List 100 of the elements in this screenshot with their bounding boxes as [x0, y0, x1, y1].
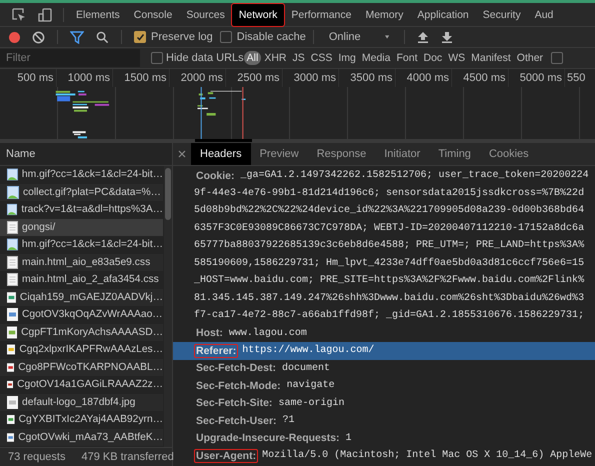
header-value: document [282, 362, 330, 374]
header-name: Sec-Fetch-Dest: [195, 361, 277, 376]
type-filter[interactable]: All [244, 51, 262, 65]
panel-tab[interactable]: Memory [358, 4, 410, 26]
image-file-icon [7, 186, 19, 199]
thumbnail-icon [7, 308, 18, 322]
request-row[interactable]: Ciqah159_mGAEJZ0AADVkj… [0, 288, 163, 306]
filter-icon[interactable] [70, 30, 84, 44]
tick-label: 3000 ms [292, 71, 337, 86]
header-value: 81.345.145.387.149.247%26shh%3Dwww.baidu.com%26sht%3Dbaidu%26wd%3 [194, 292, 584, 304]
detail-tab[interactable]: Headers [191, 143, 251, 165]
header-name: Referer: [194, 344, 238, 358]
tick-label: 4000 ms [406, 71, 450, 86]
panel-tab[interactable]: Network [232, 4, 284, 26]
file-icon [7, 220, 18, 234]
header-value: https://www.lagou.com/ [242, 345, 374, 356]
type-filter[interactable]: Media [358, 51, 394, 65]
header-name: Sec-Fetch-Mode: [195, 378, 282, 393]
thumbnail-icon [7, 396, 18, 409]
request-row[interactable]: collect.gif?plat=PC&data=%… [0, 184, 163, 201]
detail-tab[interactable]: Timing [429, 143, 480, 165]
type-filter[interactable]: CSS [308, 51, 336, 65]
header-value: navigate [286, 380, 335, 392]
detail-tab[interactable]: Preview [250, 143, 308, 165]
file-icon [7, 273, 18, 286]
panel-tab[interactable]: Sources [179, 4, 232, 26]
request-row[interactable]: Cgo8PFWcoTKARPNOAABL… [0, 358, 163, 376]
header-value: ?1 [282, 415, 295, 426]
upload-icon[interactable] [416, 31, 429, 43]
checkbox[interactable] [551, 52, 564, 64]
thumbnail-icon [7, 343, 16, 356]
detail-tab[interactable]: Initiator [375, 143, 430, 165]
tick-label: 5000 ms [518, 71, 563, 86]
header-name: User-Agent: [194, 448, 258, 463]
type-filter[interactable]: WS [445, 51, 468, 65]
header-value: www.lagou.com [228, 328, 307, 339]
checkbox-label: Hide data URLs [166, 52, 244, 64]
type-filter[interactable]: Manifest [468, 51, 514, 65]
device-icon[interactable] [37, 6, 53, 22]
checkbox-label: Disable cache [236, 31, 306, 43]
header-name: Sec-Fetch-User: [195, 414, 278, 428]
image-file-icon [7, 238, 18, 252]
tick-label: 1500 ms [123, 71, 168, 86]
header-value: 1 [346, 432, 352, 444]
preserve-log-checkbox[interactable] [134, 31, 146, 43]
panel-tab[interactable]: Aud [528, 4, 560, 26]
thumbnail-icon [7, 360, 14, 374]
request-row[interactable]: CgpFT1mKoryAchsAAAASD… [0, 324, 163, 341]
type-filter[interactable]: Img [335, 51, 359, 65]
tick-label: 2500 ms [236, 71, 280, 86]
type-filter[interactable]: JS [290, 51, 308, 65]
detail-tab[interactable]: Cookies [480, 143, 538, 165]
header-value: f7-ca17-4e72-88c7-a66ab1ffd98f; _gid=GA1.2.1855310676.1586229731; [194, 310, 584, 322]
caret-icon [384, 34, 389, 40]
panel-tab[interactable]: Performance [284, 4, 358, 26]
checkbox-label: Preserve log [151, 31, 213, 43]
inspect-icon[interactable] [11, 6, 27, 22]
request-count: 73 requests [8, 451, 66, 463]
panel-tab[interactable]: Console [126, 4, 180, 26]
header-name: Sec-Fetch-Site: [195, 396, 274, 410]
download-icon[interactable] [440, 31, 453, 43]
image-file-icon [7, 203, 18, 216]
disable-cache-checkbox[interactable] [220, 31, 232, 43]
header-value: Mozilla/5.0 (Macintosh; Intel Mac OS X 10_14_6) AppleWe [262, 450, 592, 462]
tick-label: 1000 ms [66, 71, 111, 86]
panel-tab[interactable]: Application [410, 4, 476, 26]
header-name: Host: [195, 326, 224, 340]
type-filter[interactable]: Other [514, 51, 546, 65]
request-row[interactable]: default-logo_187dbf4.jpg [0, 394, 163, 411]
scrollbar[interactable] [164, 166, 172, 447]
header-value: 585190609,1586229731; Hm_lpvt_4233e74dff0ae5bd0a3d81c6ccf756e6=15 [194, 258, 584, 269]
thumbnail-icon [7, 290, 16, 304]
thumbnail-icon [7, 326, 18, 339]
request-row[interactable]: main.html_aio_e83a5e9.css [0, 254, 163, 271]
transferred-size: 479 KB transferred [81, 451, 174, 463]
detail-tab[interactable]: Response [308, 143, 376, 165]
throttling-dropdown[interactable]: Online [320, 31, 397, 43]
clear-icon[interactable] [32, 30, 45, 44]
type-filter[interactable]: XHR [261, 51, 290, 65]
header-value: 65777ba88037922685139c3c6eb8d6e4588; PRE_UTM=; PRE_LAND=https%3A% [194, 240, 584, 252]
panel-tab[interactable]: Elements [69, 4, 127, 26]
search-icon[interactable] [96, 30, 109, 44]
header-value: 9f-44e3-4e76-99b1-81d214d196c6; sensorsdata2015jssdkcross=%7B%22d [194, 188, 584, 199]
record-button[interactable] [9, 32, 20, 42]
hide-data-urls-checkbox[interactable] [151, 52, 163, 64]
filter-field[interactable]: Filter [0, 49, 140, 67]
header-name: Upgrade-Insecure-Requests: [195, 431, 341, 446]
type-filter[interactable]: Doc [420, 51, 446, 65]
panel-tab[interactable]: Security [476, 4, 528, 26]
file-icon [7, 256, 18, 269]
tick-label: 2000 ms [180, 71, 224, 86]
tick-label: 4500 ms [462, 71, 506, 86]
request-row[interactable]: gongsi/ [0, 218, 163, 236]
thumbnail-icon [7, 430, 14, 444]
tick-label: 3500 ms [349, 71, 394, 86]
request-row[interactable]: CgotOVwki_mAa73_AABtfeK… [0, 428, 163, 446]
header-value: 6357F3C0E93089C86673C7C978DA; WEBTJ-ID=20200407112210-17152a8dc6a [194, 222, 584, 234]
type-filter[interactable]: Font [393, 51, 420, 65]
header-name: Cookie: [195, 168, 236, 183]
header-value: same-origin [278, 398, 344, 409]
